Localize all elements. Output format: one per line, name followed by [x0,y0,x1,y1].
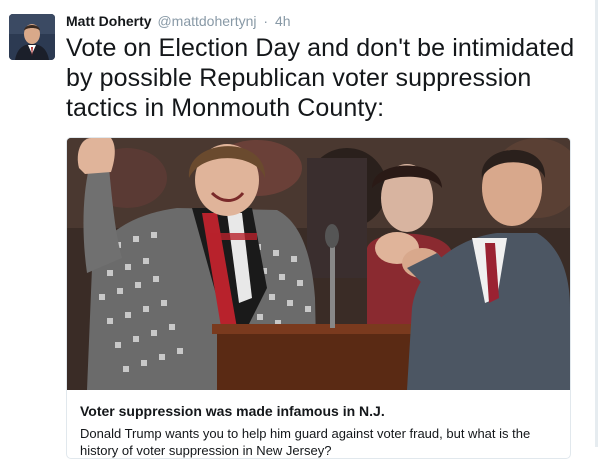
header-separator: · [263,13,269,29]
avatar-photo [9,14,55,60]
tweet-header: Matt Doherty @mattdohertynj · 4h [66,12,291,30]
display-name[interactable]: Matt Doherty [66,13,152,29]
screen-name[interactable]: @mattdohertynj [157,13,256,29]
card-description: Donald Trump wants you to help him guard… [80,426,531,458]
card-title[interactable]: Voter suppression was made infamous in N… [80,403,385,419]
avatar[interactable] [9,14,55,60]
card-image[interactable] [67,138,570,390]
card-photo [67,138,570,390]
timestamp[interactable]: 4h [275,13,291,29]
tweet[interactable]: Matt Doherty @mattdohertynj · 4h Vote on… [0,0,598,459]
link-card[interactable]: Voter suppression was made infamous in N… [66,137,571,459]
tweet-text: Vote on Election Day and don't be intimi… [66,34,575,122]
